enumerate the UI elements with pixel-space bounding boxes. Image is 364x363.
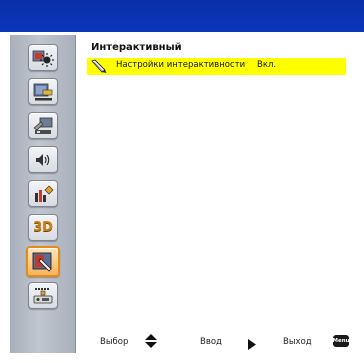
sidebar-item-volume[interactable] — [28, 146, 58, 173]
sidebar-item-options[interactable] — [28, 180, 58, 207]
sidebar-item-3d[interactable]: 3D — [28, 214, 58, 241]
projector-osd-screen: 3D Интерактивный Настройки интерактивнос… — [0, 0, 364, 363]
lan-icon — [33, 287, 53, 303]
volume-icon — [36, 153, 50, 166]
menu-key-icon: Menu — [332, 335, 350, 347]
footer-enter-label: Ввод — [200, 337, 222, 347]
pen-icon — [90, 59, 108, 78]
sidebar-item-setup[interactable] — [28, 112, 58, 139]
display-settings-icon — [33, 83, 53, 100]
footer-exit-label: Выход — [283, 337, 312, 347]
top-bar — [0, 0, 364, 32]
interactive-icon — [32, 252, 52, 272]
footer-select-label: Выбор — [100, 337, 129, 347]
setup-icon — [33, 117, 53, 134]
sidebar-menu: 3D — [10, 35, 76, 353]
interactive-settings-row[interactable]: Настройки интерактивности Вкл. — [87, 58, 346, 75]
content-panel — [77, 35, 356, 353]
row-label: Настройки интерактивности — [116, 60, 246, 70]
sidebar-item-display[interactable] — [28, 78, 58, 105]
section-title: Интерактивный — [91, 42, 182, 53]
3d-icon: 3D — [33, 220, 53, 235]
sidebar-item-image[interactable] — [28, 44, 58, 71]
sidebar-item-network[interactable] — [28, 282, 58, 309]
row-value[interactable]: Вкл. — [257, 60, 276, 70]
image-settings-icon — [32, 50, 54, 67]
sidebar-item-interactive[interactable] — [26, 246, 60, 277]
right-arrow-icon — [248, 335, 256, 354]
up-down-arrows-icon — [145, 333, 157, 352]
options-icon — [35, 185, 54, 202]
